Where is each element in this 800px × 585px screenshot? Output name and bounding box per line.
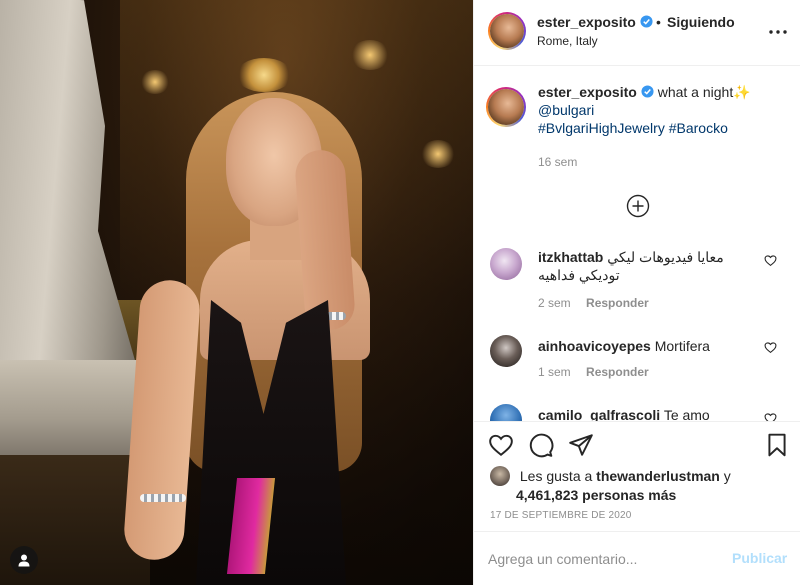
following-button[interactable]: Siguiendo	[667, 14, 735, 30]
more-options-icon[interactable]	[766, 22, 790, 42]
comment-username[interactable]: camilo_galfrascoli	[538, 407, 660, 421]
background-light	[420, 140, 456, 168]
user-tag-button[interactable]	[10, 546, 38, 574]
likes-summary: Les gusta a thewanderlustman y 4,461,823…	[490, 466, 790, 504]
comment-body: Mortifera	[654, 338, 710, 354]
publish-button[interactable]: Publicar	[732, 550, 787, 566]
comment-icon[interactable]	[528, 432, 554, 458]
comments-area[interactable]: ester_exposito what a night✨ @bulgari #B…	[474, 67, 800, 421]
comment-username[interactable]: ainhoavicoyepes	[538, 338, 651, 354]
post-header: ester_exposito • Siguiendo Rome, Italy	[474, 0, 800, 66]
likes-conjunction: y	[723, 468, 731, 484]
bookmark-icon[interactable]	[764, 432, 790, 458]
post-date[interactable]: 17 DE SEPTIEMBRE DE 2020	[490, 510, 632, 521]
likes-prefix: Les gusta a	[519, 468, 593, 484]
background-light	[350, 40, 390, 70]
hand-bracelet	[140, 494, 186, 502]
share-icon[interactable]	[568, 432, 594, 458]
caption-mention[interactable]: @bulgari	[538, 102, 594, 118]
author-avatar[interactable]	[488, 12, 526, 50]
comment-meta: 2 sem Responder	[538, 296, 649, 310]
heart-icon[interactable]	[764, 341, 777, 354]
marble-statue	[0, 0, 140, 420]
background-light	[140, 70, 170, 94]
caption-time[interactable]: 16 sem	[538, 155, 577, 169]
post-location[interactable]: Rome, Italy	[537, 34, 598, 48]
post-side-panel: ester_exposito • Siguiendo Rome, Italy e…	[473, 0, 800, 585]
author-username[interactable]: ester_exposito	[537, 14, 653, 30]
separator-dot: •	[656, 14, 661, 30]
caption-hashtag[interactable]: #Barocko	[669, 120, 728, 136]
post-photo[interactable]	[0, 0, 473, 585]
commenter-avatar[interactable]	[490, 335, 522, 367]
commenter-avatar[interactable]	[490, 404, 522, 421]
reply-button[interactable]: Responder	[586, 296, 649, 310]
comment-input[interactable]	[488, 548, 718, 570]
heart-icon[interactable]	[764, 412, 777, 421]
comment-text: camilo_galfrascoli Te amo	[538, 406, 764, 421]
chandelier	[236, 58, 292, 92]
comment-time[interactable]: 1 sem	[538, 365, 571, 379]
comment-username[interactable]: itzkhattab	[538, 249, 603, 265]
verified-badge-icon	[641, 85, 654, 98]
liker-avatar[interactable]	[490, 466, 510, 486]
commenter-avatar[interactable]	[490, 248, 522, 280]
user-tag-icon	[18, 554, 30, 567]
caption-body: what a night✨	[657, 84, 751, 100]
comment-text: itzkhattab معايا فيديوهات ليكي توديكي فد…	[538, 248, 764, 284]
comment-meta: 1 sem Responder	[538, 365, 649, 379]
likes-count[interactable]: 4,461,823 personas más	[490, 486, 790, 504]
caption-author-avatar[interactable]	[486, 87, 526, 127]
like-heart-icon[interactable]	[488, 432, 514, 458]
caption-hashtag[interactable]: #BvlgariHighJewelry	[538, 120, 665, 136]
caption-text: ester_exposito what a night✨ @bulgari #B…	[538, 83, 788, 137]
comment-time[interactable]: 2 sem	[538, 296, 571, 310]
heart-icon[interactable]	[764, 254, 777, 267]
reply-button[interactable]: Responder	[586, 365, 649, 379]
caption-username[interactable]: ester_exposito	[538, 84, 637, 100]
verified-badge-icon	[640, 15, 653, 28]
liker-username[interactable]: thewanderlustman	[596, 468, 720, 484]
add-comment-bar: Publicar	[474, 531, 800, 585]
comment-body: Te amo	[663, 407, 710, 421]
comment-text: ainhoavicoyepes Mortifera	[538, 337, 764, 355]
load-more-comments-icon[interactable]	[626, 194, 650, 218]
author-username-text[interactable]: ester_exposito	[537, 14, 636, 30]
